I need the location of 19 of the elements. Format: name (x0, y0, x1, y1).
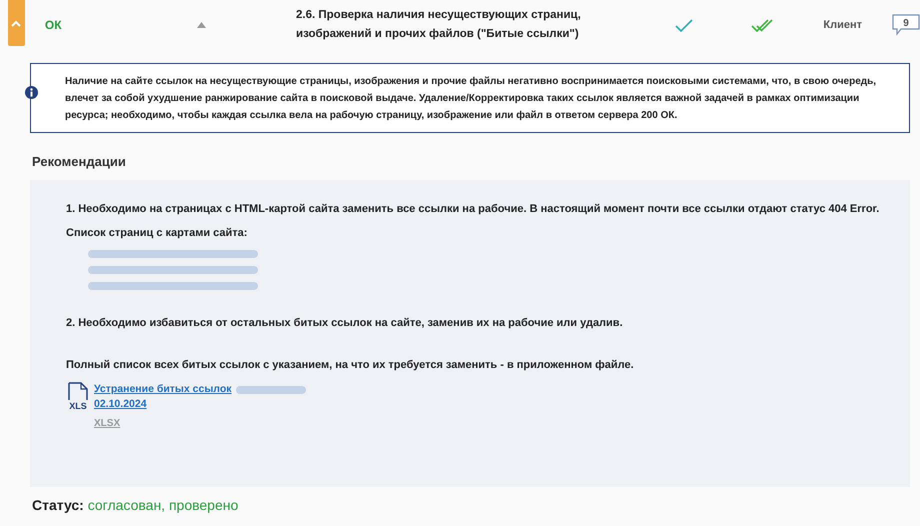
file-type-link[interactable]: XLSX (94, 416, 306, 431)
status-label: Статус: (32, 497, 84, 513)
collapse-button[interactable] (8, 0, 25, 46)
status-text: ОК (44, 17, 63, 34)
section-heading: Рекомендации (32, 153, 127, 170)
sort-icon[interactable] (197, 22, 206, 28)
responsible-text: Клиент (823, 18, 862, 33)
status-value: согласован, проверено (86, 497, 238, 513)
file-link[interactable]: Устранение битых ссылок (94, 382, 232, 397)
info-icon (25, 86, 38, 99)
caret-icon (11, 20, 22, 26)
paragraph: 1. Необходимо на страницах с HTML-картой сайта заменить все ссылки на рабочие. В настоящий момент почти все ссылки отдают статус 404 Error. (66, 202, 880, 217)
task-title: 2.6. Проверка наличия несуществующих страниц, изображений и прочих файлов ("Битые ссылки") (296, 8, 582, 42)
comment-count-icon[interactable]: 9 (892, 14, 920, 36)
paragraph: Список страниц с картами сайта: (66, 226, 248, 241)
file-date-link[interactable]: 02.10.2024 (94, 397, 306, 412)
blurred-text (236, 386, 306, 394)
paragraph: Полный список всех битых ссылок с указанием, на что их требуется заменить - в приложенном файле. (66, 358, 635, 373)
paragraph: 2. Необходимо избавиться от остальных битых ссылок на сайте, заменив их на рабочие или удалив. (66, 316, 624, 331)
